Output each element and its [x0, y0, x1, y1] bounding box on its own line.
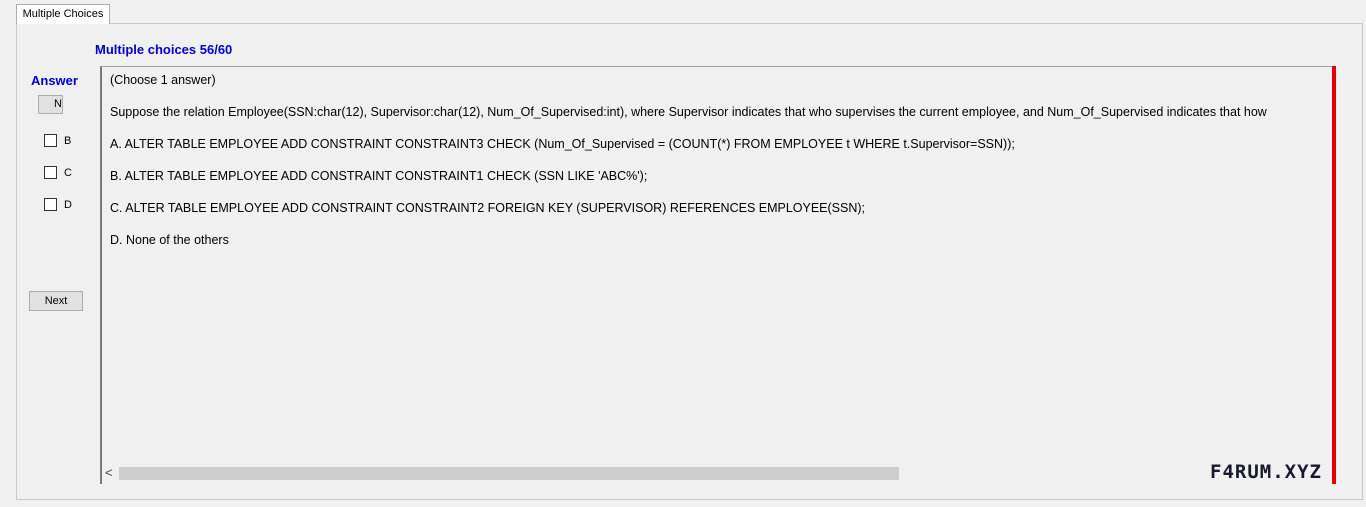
choice-a: A. ALTER TABLE EMPLOYEE ADD CONSTRAINT C…	[110, 137, 1015, 151]
option-b-label: B	[64, 134, 72, 147]
tab-multiple-choices[interactable]: Multiple Choices	[16, 4, 110, 24]
side-indicator-bar	[1332, 66, 1336, 484]
next-button[interactable]: Next	[29, 291, 83, 311]
option-d-checkbox[interactable]: D	[44, 198, 72, 211]
choice-b: B. ALTER TABLE EMPLOYEE ADD CONSTRAINT C…	[110, 169, 648, 183]
watermark-logo: F4RUM.XYZ	[1210, 461, 1322, 483]
answer-label: Answer	[31, 73, 78, 88]
option-c-checkbox[interactable]: C	[44, 166, 72, 179]
choice-d: D. None of the others	[110, 233, 229, 247]
option-c-label: C	[64, 166, 72, 179]
question-instruction: (Choose 1 answer)	[110, 73, 216, 87]
next-button-small[interactable]: Next	[38, 95, 63, 114]
question-text-area[interactable]: (Choose 1 answer) Suppose the relation E…	[100, 66, 1332, 484]
question-text: Suppose the relation Employee(SSN:char(1…	[110, 105, 1267, 119]
option-d-label: D	[64, 198, 72, 211]
scrollbar-thumb[interactable]	[119, 467, 899, 480]
checkbox-box[interactable]	[44, 134, 57, 147]
page-title: Multiple choices 56/60	[95, 42, 233, 57]
checkbox-box[interactable]	[44, 198, 57, 211]
checkbox-box[interactable]	[44, 166, 57, 179]
option-b-checkbox[interactable]: B	[44, 134, 71, 147]
horizontal-scrollbar[interactable]: <	[102, 465, 1328, 482]
scroll-left-arrow-icon[interactable]: <	[105, 465, 113, 480]
choice-c: C. ALTER TABLE EMPLOYEE ADD CONSTRAINT C…	[110, 201, 866, 215]
